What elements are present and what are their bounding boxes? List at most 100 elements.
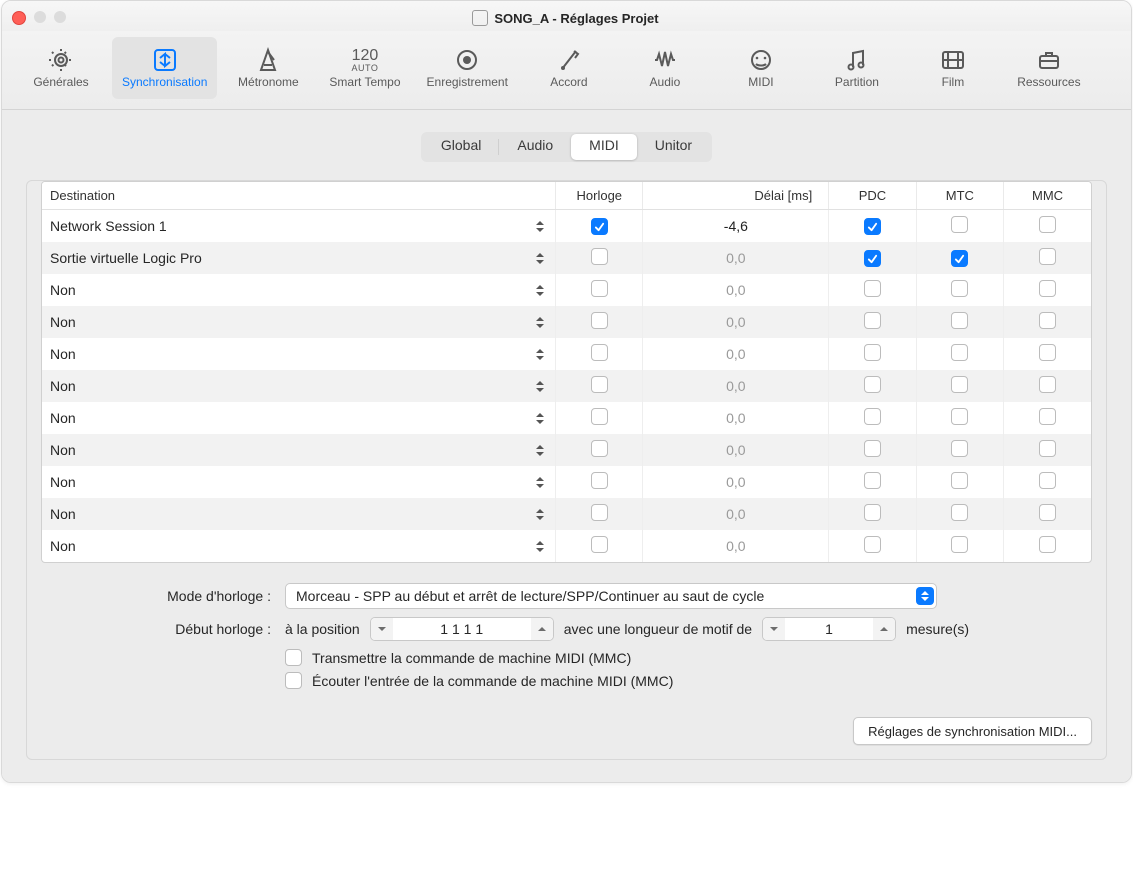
mtc-checkbox[interactable]: [951, 536, 968, 553]
col-clock[interactable]: Horloge: [556, 182, 643, 210]
mmc-checkbox[interactable]: [1039, 536, 1056, 553]
mmc-checkbox[interactable]: [1039, 472, 1056, 489]
destination-stepper[interactable]: [535, 313, 547, 331]
midi-sync-settings-button[interactable]: Réglages de synchronisation MIDI...: [853, 717, 1092, 745]
mtc-checkbox[interactable]: [951, 376, 968, 393]
destination-stepper[interactable]: [535, 377, 547, 395]
clock-checkbox[interactable]: [591, 376, 608, 393]
clock-checkbox[interactable]: [591, 248, 608, 265]
pdc-checkbox[interactable]: [864, 472, 881, 489]
clock-checkbox[interactable]: [591, 440, 608, 457]
pdc-checkbox[interactable]: [864, 408, 881, 425]
clock-checkbox[interactable]: [591, 280, 608, 297]
position-decrement[interactable]: [371, 618, 393, 640]
toolbar-item-ressources[interactable]: Ressources: [1004, 37, 1094, 99]
segmented-control: GlobalAudioMIDIUnitor: [421, 132, 712, 162]
pdc-checkbox[interactable]: [864, 250, 881, 267]
mmc-checkbox[interactable]: [1039, 344, 1056, 361]
pdc-checkbox[interactable]: [864, 312, 881, 329]
mmc-checkbox[interactable]: [1039, 408, 1056, 425]
pdc-checkbox[interactable]: [864, 344, 881, 361]
mtc-checkbox[interactable]: [951, 216, 968, 233]
listen-mmc-checkbox[interactable]: [285, 672, 302, 689]
mmc-checkbox[interactable]: [1039, 440, 1056, 457]
toolbar-item-generales[interactable]: Générales: [16, 37, 106, 99]
position-increment[interactable]: [531, 618, 553, 640]
clock-checkbox[interactable]: [591, 472, 608, 489]
toolbar-item-smart-tempo[interactable]: 120AUTOSmart Tempo: [319, 37, 410, 99]
delay-value[interactable]: 0,0: [643, 274, 829, 306]
mtc-checkbox[interactable]: [951, 440, 968, 457]
mmc-checkbox[interactable]: [1039, 312, 1056, 329]
delay-value[interactable]: 0,0: [643, 242, 829, 274]
clock-checkbox[interactable]: [591, 218, 608, 235]
mmc-checkbox[interactable]: [1039, 248, 1056, 265]
destination-stepper[interactable]: [535, 281, 547, 299]
destination-stepper[interactable]: [535, 345, 547, 363]
delay-value[interactable]: 0,0: [643, 338, 829, 370]
delay-value[interactable]: 0,0: [643, 466, 829, 498]
clock-checkbox[interactable]: [591, 536, 608, 553]
toolbar-item-metronome[interactable]: Métronome: [223, 37, 313, 99]
toolbar-item-enregistrement[interactable]: Enregistrement: [417, 37, 518, 99]
tab-unitor[interactable]: Unitor: [637, 134, 710, 160]
pattern-value[interactable]: 1: [785, 621, 873, 637]
col-pdc[interactable]: PDC: [829, 182, 916, 210]
toolbar-item-synchronisation[interactable]: Synchronisation: [112, 37, 217, 99]
clock-checkbox[interactable]: [591, 344, 608, 361]
delay-value[interactable]: 0,0: [643, 402, 829, 434]
mtc-checkbox[interactable]: [951, 312, 968, 329]
destination-stepper[interactable]: [535, 249, 547, 267]
col-delay[interactable]: Délai [ms]: [643, 182, 829, 210]
destination-stepper[interactable]: [535, 409, 547, 427]
mtc-checkbox[interactable]: [951, 344, 968, 361]
clock-checkbox[interactable]: [591, 408, 608, 425]
pdc-checkbox[interactable]: [864, 504, 881, 521]
toolbar-item-audio[interactable]: Audio: [620, 37, 710, 99]
toolbar-item-midi[interactable]: MIDI: [716, 37, 806, 99]
delay-value[interactable]: 0,0: [643, 306, 829, 338]
col-mtc[interactable]: MTC: [916, 182, 1003, 210]
mmc-checkbox[interactable]: [1039, 504, 1056, 521]
delay-value[interactable]: 0,0: [643, 370, 829, 402]
delay-value[interactable]: -4,6: [643, 210, 829, 243]
delay-value[interactable]: 0,0: [643, 530, 829, 562]
col-destination[interactable]: Destination: [42, 182, 556, 210]
toolbar-item-film[interactable]: Film: [908, 37, 998, 99]
mtc-checkbox[interactable]: [951, 280, 968, 297]
mmc-checkbox[interactable]: [1039, 280, 1056, 297]
mtc-checkbox[interactable]: [951, 472, 968, 489]
clock-mode-popup[interactable]: Morceau - SPP au début et arrêt de lectu…: [285, 583, 937, 609]
tab-midi[interactable]: MIDI: [571, 134, 637, 160]
mmc-checkbox[interactable]: [1039, 216, 1056, 233]
pdc-checkbox[interactable]: [864, 536, 881, 553]
pdc-checkbox[interactable]: [864, 440, 881, 457]
tab-global[interactable]: Global: [423, 134, 499, 160]
destination-stepper[interactable]: [535, 537, 547, 555]
mmc-checkbox[interactable]: [1039, 376, 1056, 393]
pdc-checkbox[interactable]: [864, 376, 881, 393]
clock-checkbox[interactable]: [591, 312, 608, 329]
pdc-checkbox[interactable]: [864, 280, 881, 297]
position-value[interactable]: 1 1 1 1: [393, 621, 531, 637]
tab-audio[interactable]: Audio: [499, 134, 571, 160]
destination-stepper[interactable]: [535, 473, 547, 491]
destination-stepper[interactable]: [535, 217, 547, 235]
pattern-increment[interactable]: [873, 618, 895, 640]
pdc-checkbox[interactable]: [864, 218, 881, 235]
destination-stepper[interactable]: [535, 505, 547, 523]
toolbar-item-accord[interactable]: Accord: [524, 37, 614, 99]
pattern-length-stepper[interactable]: 1: [762, 617, 896, 641]
delay-value[interactable]: 0,0: [643, 434, 829, 466]
position-stepper[interactable]: 1 1 1 1: [370, 617, 554, 641]
pattern-decrement[interactable]: [763, 618, 785, 640]
destination-stepper[interactable]: [535, 441, 547, 459]
col-mmc[interactable]: MMC: [1004, 182, 1091, 210]
toolbar-item-partition[interactable]: Partition: [812, 37, 902, 99]
delay-value[interactable]: 0,0: [643, 498, 829, 530]
transmit-mmc-checkbox[interactable]: [285, 649, 302, 666]
mtc-checkbox[interactable]: [951, 408, 968, 425]
clock-checkbox[interactable]: [591, 504, 608, 521]
mtc-checkbox[interactable]: [951, 504, 968, 521]
mtc-checkbox[interactable]: [951, 250, 968, 267]
